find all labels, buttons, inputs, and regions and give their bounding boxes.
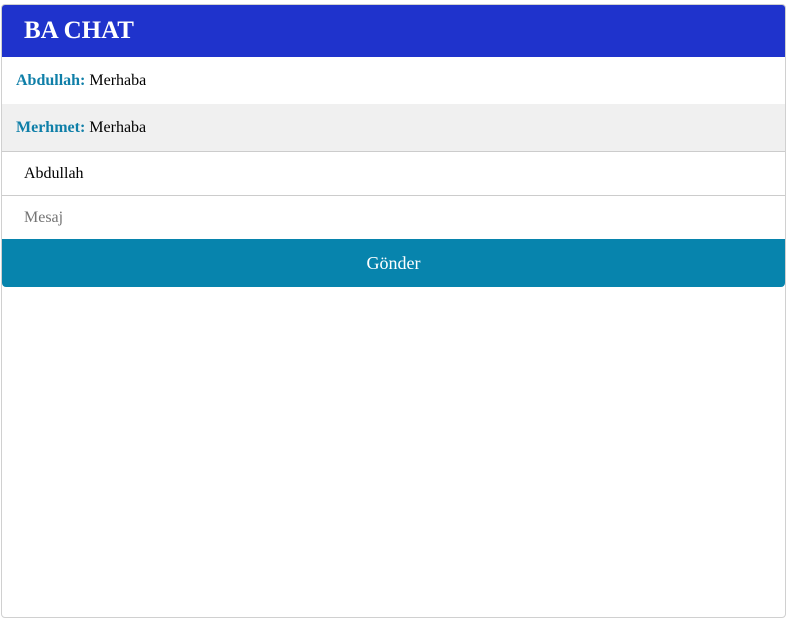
name-field-row — [2, 151, 785, 195]
message-sender: Merhmet: — [16, 118, 86, 136]
name-input[interactable] — [2, 152, 785, 195]
message-sender: Abdullah: — [16, 71, 86, 89]
message-input[interactable] — [2, 196, 785, 239]
message-field-row — [2, 195, 785, 239]
chat-header: BA CHAT — [2, 5, 785, 57]
message-item: Merhmet: Merhaba — [2, 104, 785, 151]
message-item: Abdullah: Merhaba — [2, 57, 785, 104]
message-list: Abdullah: Merhaba Merhmet: Merhaba — [2, 57, 785, 151]
send-button[interactable]: Gönder — [2, 239, 785, 287]
chat-title: BA CHAT — [24, 17, 134, 44]
message-text: Merhaba — [89, 118, 147, 136]
chat-window: BA CHAT Abdullah: Merhaba Merhmet: Merha… — [1, 4, 786, 618]
message-text: Merhaba — [89, 71, 147, 89]
